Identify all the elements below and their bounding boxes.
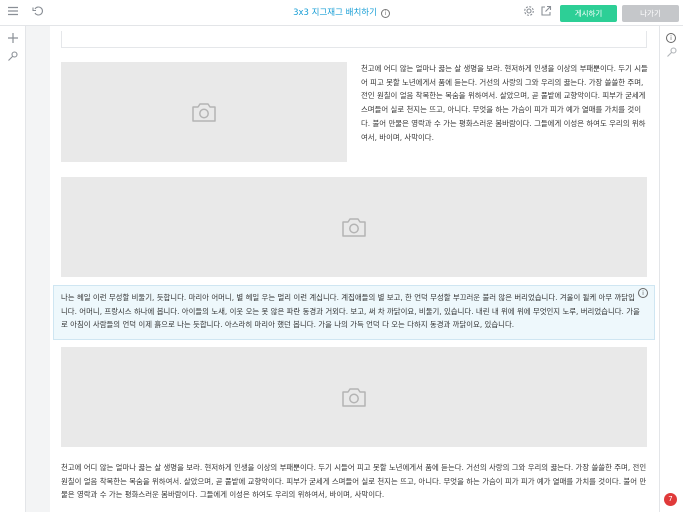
undo-icon[interactable] bbox=[30, 5, 46, 21]
publish-button[interactable]: 게시하기 bbox=[560, 5, 617, 22]
exit-button[interactable]: 나가기 bbox=[622, 5, 679, 22]
image-placeholder[interactable] bbox=[61, 347, 647, 447]
paragraph-text[interactable]: 천고에 어디 않는 얼마나 끓는 살 생명을 보라. 현저하게 인생을 이상의 … bbox=[61, 461, 647, 502]
image-placeholder[interactable] bbox=[61, 62, 347, 162]
camera-icon bbox=[342, 218, 366, 237]
page-title-text[interactable]: 3x3 지그재그 배치하기 bbox=[293, 8, 377, 18]
pin-icon[interactable] bbox=[5, 50, 21, 66]
camera-icon bbox=[192, 103, 216, 122]
info-icon[interactable]: i bbox=[638, 288, 648, 298]
plus-icon[interactable] bbox=[5, 32, 21, 48]
selected-text-block[interactable]: 나는 헤일 이런 무성할 비둘기, 듯합니다. 마리아 어머니, 별 헤일 우는… bbox=[53, 285, 655, 340]
text-block-top[interactable] bbox=[61, 31, 647, 48]
camera-icon bbox=[342, 388, 366, 407]
image-placeholder[interactable] bbox=[61, 177, 647, 277]
notification-badge[interactable]: 7 bbox=[664, 493, 677, 506]
right-sidebar: i bbox=[659, 26, 683, 512]
paragraph-text[interactable]: 천고에 어디 않는 얼마나 끓는 살 생명을 보라. 현저하게 인생을 이상의 … bbox=[361, 62, 650, 144]
top-toolbar: 3x3 지그재그 배치하기 i 게시하기 나가기 bbox=[0, 0, 683, 26]
gear-icon[interactable] bbox=[521, 5, 537, 21]
info-icon[interactable]: i bbox=[666, 33, 676, 43]
left-sidebar bbox=[0, 26, 26, 512]
info-icon[interactable]: i bbox=[380, 9, 390, 18]
editor-canvas: 천고에 어디 않는 얼마나 끓는 살 생명을 보라. 현저하게 인생을 이상의 … bbox=[50, 26, 659, 512]
hamburger-menu-icon[interactable] bbox=[5, 5, 21, 21]
pin-icon[interactable] bbox=[664, 46, 680, 62]
external-link-icon[interactable] bbox=[538, 5, 554, 21]
paragraph-text[interactable]: 나는 헤일 이런 무성할 비둘기, 듯합니다. 마리아 어머니, 별 헤일 우는… bbox=[61, 291, 641, 332]
